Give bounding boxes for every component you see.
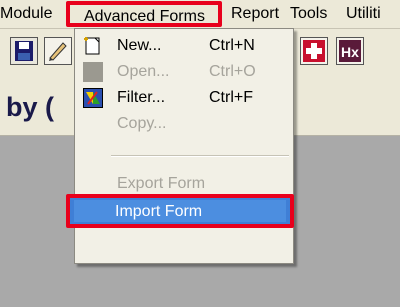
menu-report-label: Report [231, 5, 280, 22]
menu-tools-label: Tools [290, 5, 328, 22]
svg-text:Hx: Hx [341, 44, 359, 60]
page-title: by ( [6, 92, 55, 122]
open-icon [83, 62, 103, 82]
medical-cross-icon[interactable] [300, 37, 328, 65]
edit-icon[interactable] [44, 37, 72, 65]
menu-advanced-forms-label: Advanced Forms [84, 8, 205, 25]
menu-item-open[interactable]: Open... Ctrl+O [75, 59, 293, 85]
menu-utilities-label: Utiliti [346, 5, 381, 22]
menu-utilities[interactable]: Utiliti [346, 5, 381, 23]
menu-item-import-form[interactable]: Import Form [66, 194, 294, 228]
menu-item-label: Open... [117, 63, 170, 80]
menu-item-label: Export Form [117, 175, 206, 192]
save-icon[interactable] [10, 37, 38, 65]
menu-advanced-forms[interactable]: Advanced Forms [66, 1, 222, 27]
menu-item-copy[interactable]: Copy... [75, 111, 293, 137]
menu-separator [111, 155, 289, 157]
menu-item-label: Filter... [117, 89, 166, 106]
menu-module[interactable]: Module [0, 5, 52, 23]
menu-item-filter[interactable]: Filter... Ctrl+F [75, 85, 293, 111]
menu-tools[interactable]: Tools [290, 5, 327, 23]
menu-module-label: Module [0, 5, 53, 22]
menu-item-shortcut: Ctrl+F [209, 89, 253, 106]
menu-item-label: Copy... [117, 115, 167, 132]
filter-icon [83, 88, 103, 108]
menu-item-label: New... [117, 37, 162, 54]
menu-bar: Module Advanced Forms Report Tools Utili… [0, 0, 400, 29]
new-document-icon [83, 36, 103, 56]
history-icon[interactable]: Hx [336, 37, 364, 65]
menu-item-shortcut: Ctrl+N [209, 37, 255, 54]
advanced-forms-dropdown: New... Ctrl+N Open... Ctrl+O Filter... C… [66, 28, 294, 264]
menu-item-shortcut: Ctrl+O [209, 63, 256, 80]
menu-item-new[interactable]: New... Ctrl+N [75, 33, 293, 59]
menu-report[interactable]: Report [231, 5, 279, 23]
menu-item-label: Import Form [115, 203, 203, 220]
